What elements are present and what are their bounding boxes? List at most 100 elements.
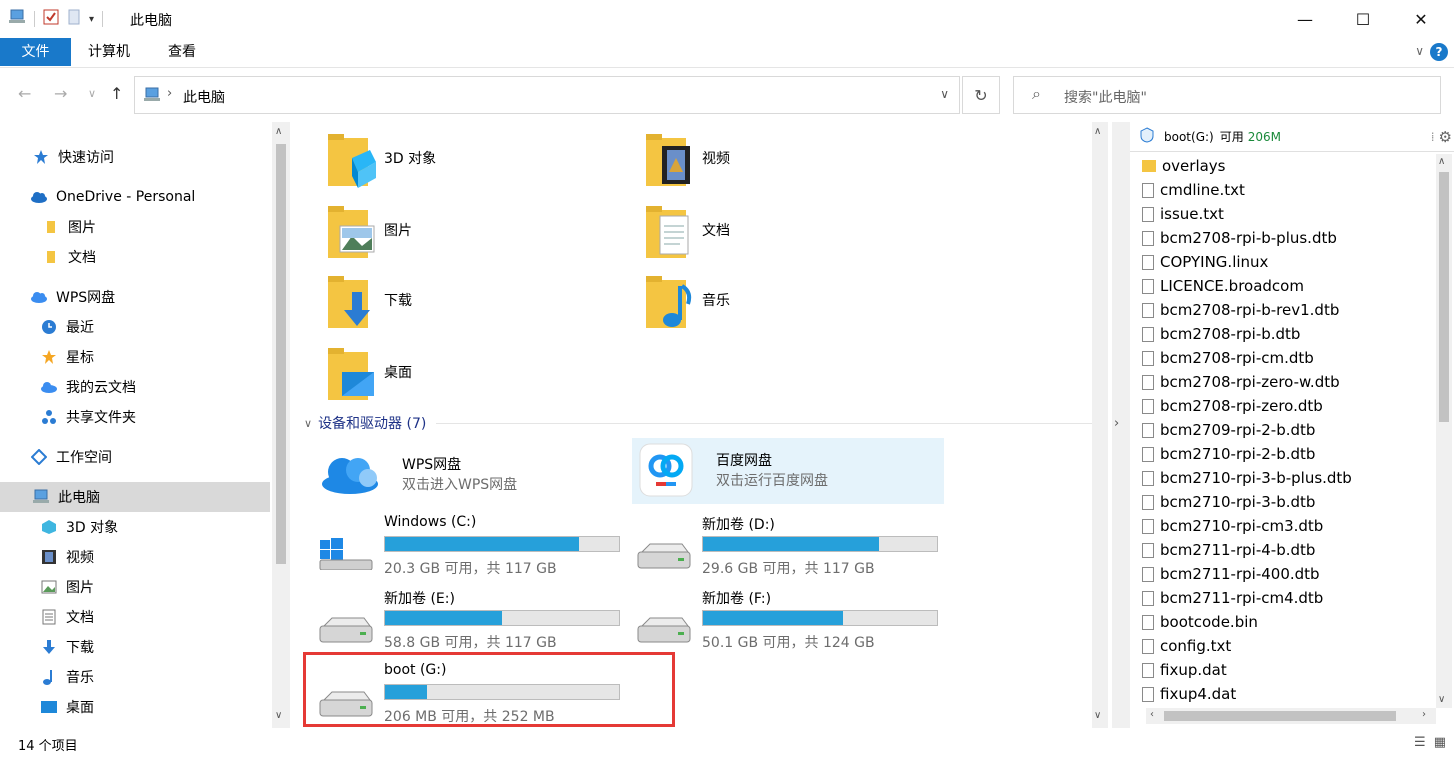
devices-group-header[interactable]: ∨ 设备和驱动器 (7) [304, 414, 1100, 432]
drive-f[interactable]: 新加卷 (F:) 50.1 GB 可用，共 124 GB [618, 588, 938, 658]
nav-wps-recent[interactable]: 最近 [0, 312, 270, 342]
close-button[interactable]: ✕ [1398, 0, 1444, 38]
nav-wps[interactable]: WPS网盘 [0, 282, 270, 312]
preview-file-item[interactable]: COPYING.linux [1142, 250, 1432, 274]
preview-file-item[interactable]: cmdline.txt [1142, 178, 1432, 202]
nav-this-pc[interactable]: 此电脑 [0, 482, 270, 512]
maximize-button[interactable]: ☐ [1340, 0, 1386, 38]
computer-icon [143, 87, 161, 107]
preview-file-item[interactable]: bcm2710-rpi-3-b.dtb [1142, 490, 1432, 514]
preview-file-item[interactable]: config.txt [1142, 634, 1432, 658]
scroll-down-icon[interactable]: ∨ [1438, 694, 1445, 705]
preview-file-item[interactable]: bcm2708-rpi-cm.dtb [1142, 346, 1432, 370]
preview-file-item[interactable]: bcm2711-rpi-400.dtb [1142, 562, 1432, 586]
expand-preview-icon[interactable]: › [1114, 416, 1119, 431]
tab-file[interactable]: 文件 [0, 38, 71, 66]
search-input[interactable]: ⌕ 搜索"此电脑" [1013, 76, 1441, 114]
nav-3d-objects[interactable]: 3D 对象 [0, 512, 270, 542]
nav-documents[interactable]: 文档 [0, 602, 270, 632]
preview-file-item[interactable]: fixup4.dat [1142, 682, 1432, 706]
app-wps-drive[interactable]: WPS网盘 双击进入WPS网盘 [318, 440, 630, 504]
folder-documents[interactable]: 文档 [644, 204, 730, 260]
folder-pictures[interactable]: 图片 [326, 204, 412, 260]
preview-file-list[interactable]: overlays cmdline.txt issue.txt bcm2708-rpi-… [1142, 154, 1432, 708]
recent-locations-icon[interactable]: ∨ [88, 87, 96, 100]
customize-qat-icon[interactable]: ▾ [89, 14, 94, 25]
minimize-button[interactable]: — [1282, 0, 1328, 38]
nav-scrollbar[interactable]: ∧ ∨ [272, 122, 290, 728]
content-scrollbar[interactable]: ∧ ∨ [1092, 122, 1108, 728]
scroll-right-icon[interactable]: › [1422, 709, 1426, 720]
scroll-up-icon[interactable]: ∧ [1094, 126, 1101, 137]
preview-file-item[interactable]: bcm2710-rpi-3-b-plus.dtb [1142, 466, 1432, 490]
gear-icon[interactable]: ⚙ [1439, 128, 1452, 146]
nav-onedrive-pictures[interactable]: 图片 [0, 212, 270, 242]
scroll-down-icon[interactable]: ∨ [275, 710, 282, 721]
drive-c[interactable]: Windows (C:) 20.3 GB 可用，共 117 GB [300, 514, 620, 584]
preview-file-item[interactable]: bcm2708-rpi-zero.dtb [1142, 394, 1432, 418]
details-view-icon[interactable]: ☰ [1414, 735, 1426, 750]
nav-music[interactable]: 音乐 [0, 662, 270, 692]
large-icons-view-icon[interactable]: ▦ [1434, 735, 1446, 750]
breadcrumb[interactable]: 此电脑 [183, 87, 225, 107]
preview-file-item[interactable]: bcm2709-rpi-2-b.dtb [1142, 418, 1432, 442]
app-baidu-netdisk[interactable]: 百度网盘 双击运行百度网盘 [632, 438, 944, 504]
back-arrow-icon[interactable]: ← [18, 84, 31, 103]
preview-file-item[interactable]: bcm2708-rpi-zero-w.dtb [1142, 370, 1432, 394]
refresh-button[interactable]: ↻ [962, 76, 1000, 114]
preview-file-item[interactable]: bcm2708-rpi-b.dtb [1142, 322, 1432, 346]
folder-3d-objects[interactable]: 3D 对象 [326, 132, 436, 188]
scroll-left-icon[interactable]: ‹ [1150, 709, 1154, 720]
nav-wps-shared[interactable]: 共享文件夹 [0, 402, 270, 432]
forward-arrow-icon[interactable]: → [54, 84, 67, 103]
preview-file-item[interactable]: LICENCE.broadcom [1142, 274, 1432, 298]
nav-wps-cloud-docs[interactable]: 我的云文档 [0, 372, 270, 402]
scrollbar-thumb[interactable] [1164, 711, 1396, 721]
file-name: LICENCE.broadcom [1160, 277, 1304, 295]
nav-onedrive[interactable]: OneDrive - Personal [0, 182, 270, 212]
preview-splitter[interactable]: › [1112, 122, 1130, 728]
nav-downloads[interactable]: 下载 [0, 632, 270, 662]
scroll-up-icon[interactable]: ∧ [275, 126, 282, 137]
preview-file-item[interactable]: bcm2710-rpi-2-b.dtb [1142, 442, 1432, 466]
scrollbar-thumb[interactable] [276, 144, 286, 564]
preview-file-item[interactable]: issue.txt [1142, 202, 1432, 226]
preview-hscrollbar[interactable]: ‹ › [1146, 708, 1436, 724]
preview-scrollbar[interactable]: ∧ ∨ [1436, 154, 1452, 708]
nav-onedrive-documents[interactable]: 文档 [0, 242, 270, 272]
new-folder-icon[interactable] [67, 9, 81, 29]
tab-view[interactable]: 查看 [152, 38, 212, 66]
expand-ribbon-icon[interactable]: ∨ [1415, 44, 1424, 58]
preview-file-item[interactable]: bcm2708-rpi-b-rev1.dtb [1142, 298, 1432, 322]
nav-videos[interactable]: 视频 [0, 542, 270, 572]
folder-downloads[interactable]: 下载 [326, 274, 412, 330]
preview-folder-item[interactable]: overlays [1142, 154, 1432, 178]
nav-workspace[interactable]: 工作空间 [0, 442, 270, 472]
up-arrow-icon[interactable]: ↑ [110, 84, 123, 103]
preview-file-item[interactable]: bcm2711-rpi-4-b.dtb [1142, 538, 1432, 562]
nav-desktop[interactable]: 桌面 [0, 692, 270, 722]
scrollbar-thumb[interactable] [1439, 172, 1449, 422]
folder-music[interactable]: 音乐 [644, 274, 730, 330]
nav-pictures[interactable]: 图片 [0, 572, 270, 602]
tab-computer[interactable]: 计算机 [72, 38, 146, 66]
drive-e[interactable]: 新加卷 (E:) 58.8 GB 可用，共 117 GB [300, 588, 620, 658]
collapse-chevron-icon[interactable]: ∨ [304, 417, 312, 430]
preview-file-item[interactable]: bcm2710-rpi-cm3.dtb [1142, 514, 1432, 538]
scroll-down-icon[interactable]: ∨ [1094, 710, 1101, 721]
nav-quick-access[interactable]: 快速访问 [0, 142, 270, 172]
folder-desktop[interactable]: 桌面 [326, 346, 412, 402]
breadcrumb-chevron-icon[interactable]: › [167, 86, 172, 101]
preview-file-item[interactable]: bcm2708-rpi-b-plus.dtb [1142, 226, 1432, 250]
drive-d[interactable]: 新加卷 (D:) 29.6 GB 可用，共 117 GB [618, 514, 938, 584]
help-icon[interactable]: ? [1430, 43, 1448, 61]
preview-file-item[interactable]: fixup.dat [1142, 658, 1432, 682]
address-dropdown-icon[interactable]: ∨ [940, 87, 949, 101]
nav-wps-starred[interactable]: 星标 [0, 342, 270, 372]
folder-videos[interactable]: 视频 [644, 132, 730, 188]
properties-icon[interactable] [43, 9, 59, 29]
scroll-up-icon[interactable]: ∧ [1438, 156, 1445, 167]
preview-file-item[interactable]: bcm2711-rpi-cm4.dtb [1142, 586, 1432, 610]
preview-file-item[interactable]: bootcode.bin [1142, 610, 1432, 634]
address-bar[interactable]: › 此电脑 ∨ [134, 76, 960, 114]
